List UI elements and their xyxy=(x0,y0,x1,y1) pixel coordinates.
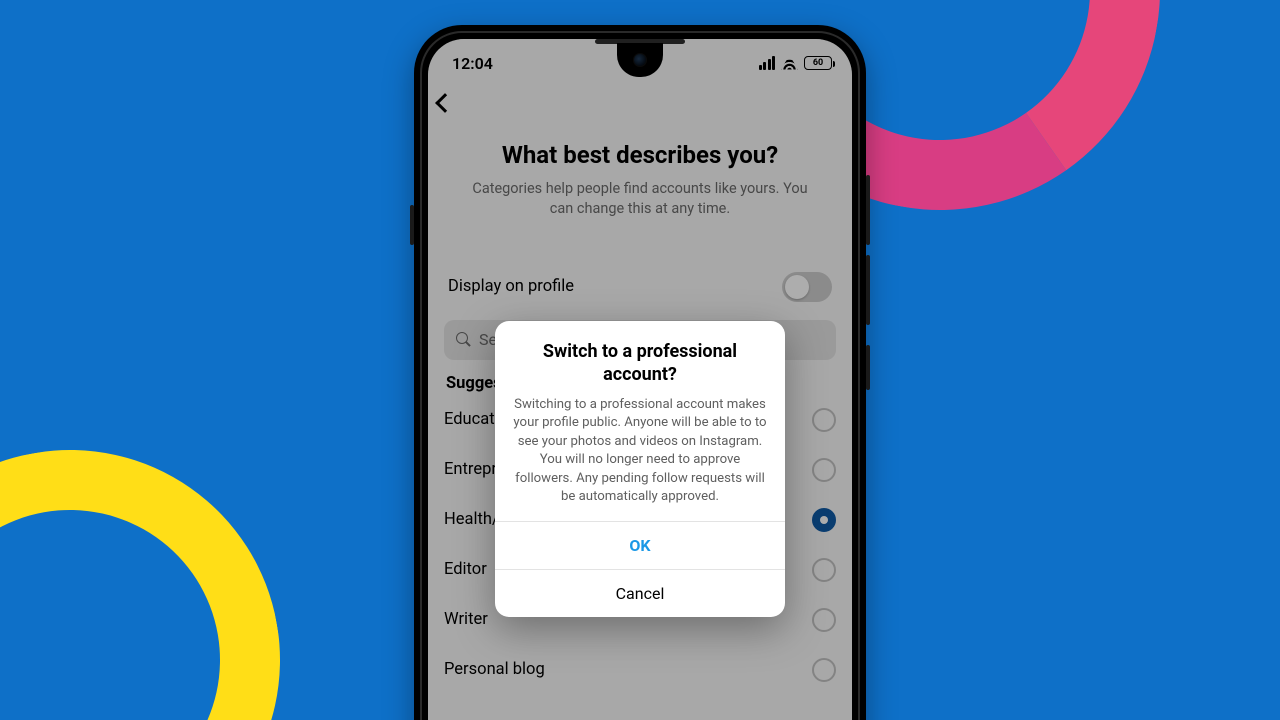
side-button xyxy=(866,175,870,245)
side-button xyxy=(866,345,870,390)
decorative-ring-yellow xyxy=(0,417,313,720)
cancel-button[interactable]: Cancel xyxy=(495,569,785,617)
canvas: 12:04 60 What best describes you? Catego… xyxy=(0,0,1280,720)
dialog-title: Switch to a professional account? xyxy=(511,341,769,386)
confirm-dialog: Switch to a professional account? Switch… xyxy=(495,321,785,617)
phone-frame: 12:04 60 What best describes you? Catego… xyxy=(414,25,866,720)
ok-label: OK xyxy=(629,536,650,555)
dialog-body: Switch to a professional account? Switch… xyxy=(495,321,785,521)
ok-button[interactable]: OK xyxy=(495,521,785,569)
side-button xyxy=(866,255,870,325)
screen: 12:04 60 What best describes you? Catego… xyxy=(428,39,852,720)
cancel-label: Cancel xyxy=(616,584,665,603)
dialog-message: Switching to a professional account make… xyxy=(511,396,769,507)
side-button xyxy=(410,205,414,245)
